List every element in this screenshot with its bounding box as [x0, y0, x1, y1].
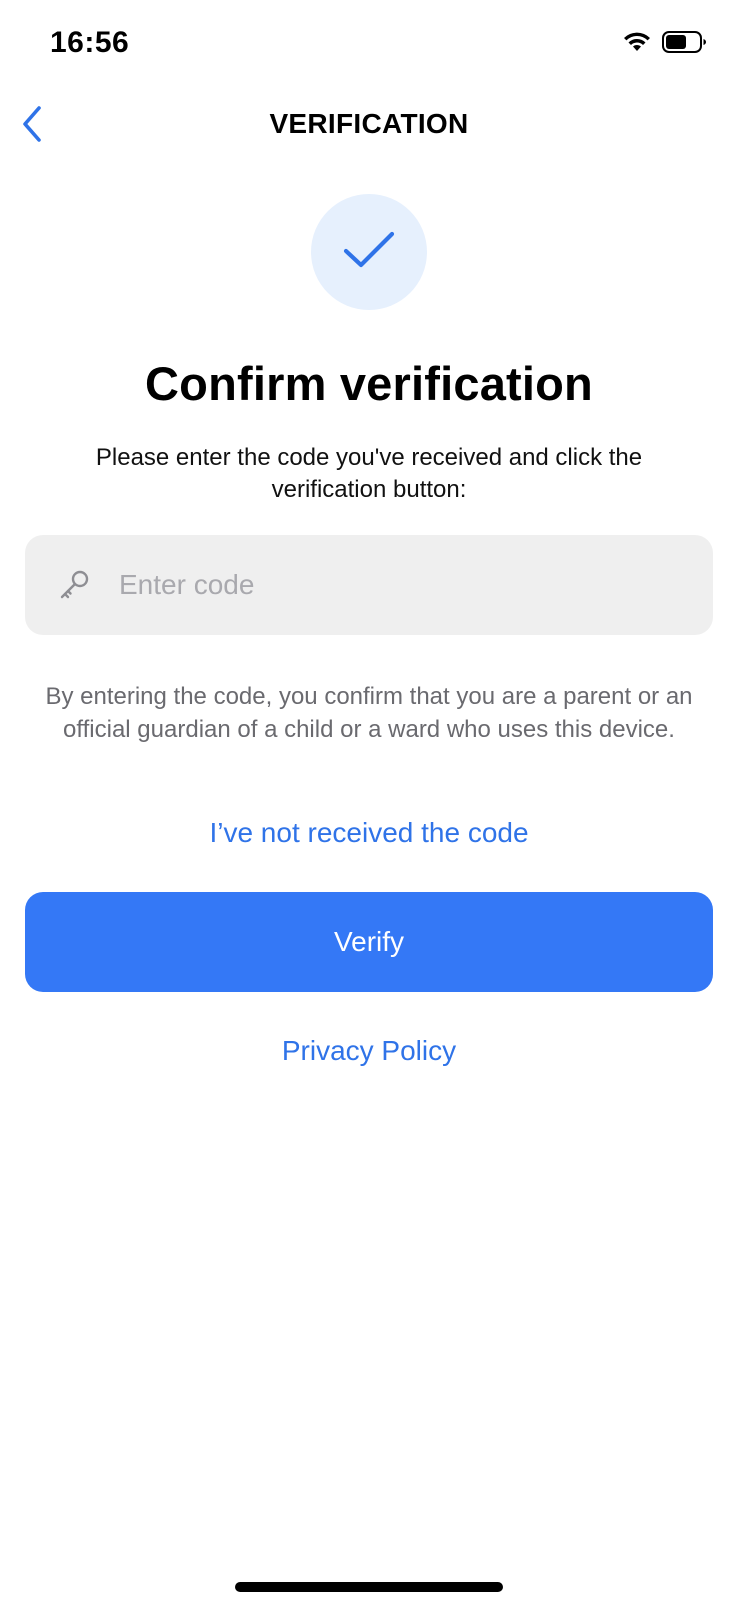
verification-badge	[311, 194, 427, 310]
battery-icon	[662, 30, 708, 54]
code-input[interactable]	[117, 554, 713, 616]
key-icon	[55, 565, 95, 605]
status-icons	[622, 30, 708, 54]
verify-button[interactable]: Verify	[25, 892, 713, 992]
instructions-text: Please enter the code you've received an…	[95, 444, 643, 503]
home-indicator[interactable]	[235, 1582, 503, 1592]
status-bar: 16:56	[0, 0, 738, 90]
code-field[interactable]	[25, 535, 713, 635]
consent-text: By entering the code, you confirm that y…	[45, 683, 693, 743]
navigation-bar: VERIFICATION	[0, 90, 738, 160]
verification-screen: 16:56 VERIFICATION Confirm verification …	[0, 0, 738, 1604]
checkmark-icon	[341, 228, 397, 277]
page-title: VERIFICATION	[269, 108, 469, 139]
status-time: 16:56	[50, 26, 130, 59]
not-received-code-link[interactable]: I’ve not received the code	[0, 817, 738, 849]
headline: Confirm verification	[145, 357, 593, 410]
privacy-policy-link[interactable]: Privacy Policy	[0, 1035, 738, 1067]
wifi-icon	[622, 30, 652, 54]
